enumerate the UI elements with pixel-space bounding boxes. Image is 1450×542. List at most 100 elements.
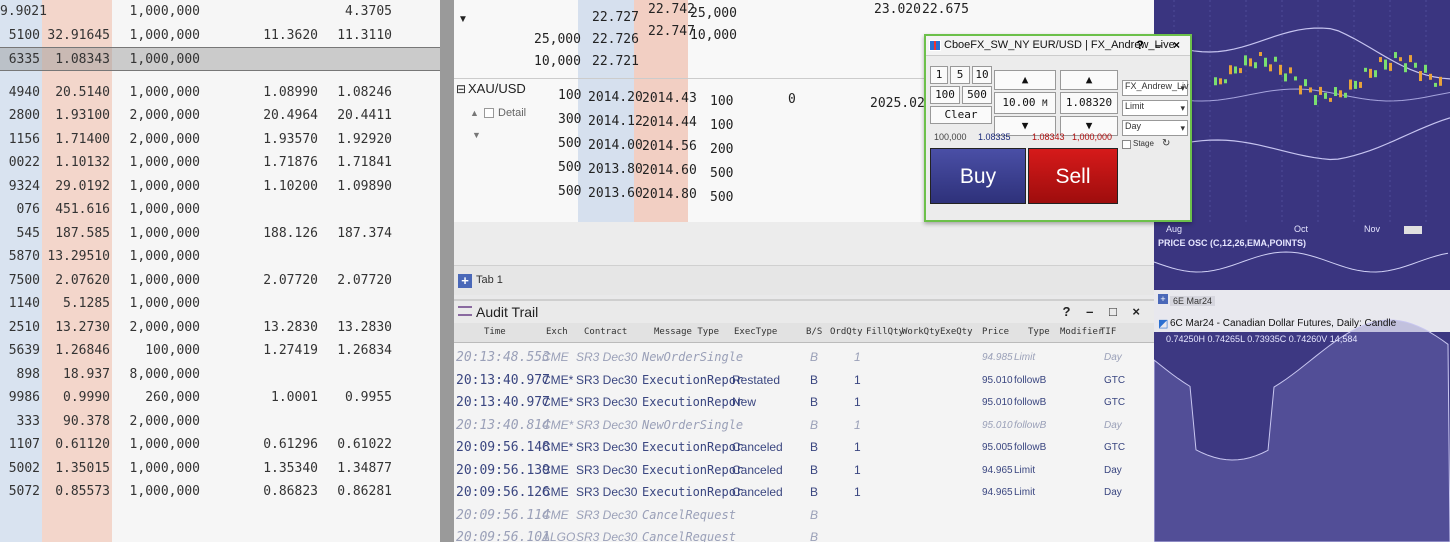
ladder-row[interactable]: 7500 2.07620 1,000,000 2.07720 2.07720 (0, 269, 440, 293)
account-select[interactable]: FX_Andrew_Liv (1122, 80, 1189, 96)
tab-1[interactable]: Tab 1 (476, 274, 503, 286)
ladder-row[interactable]: 898 18.937 8,000,000 (0, 363, 440, 387)
ladder-cell: 2013.80 (588, 162, 643, 177)
ladder-row[interactable]: 5002 1.35015 1,000,000 1.35340 1.34877 (0, 457, 440, 481)
qty-button-1[interactable]: 1 (930, 66, 948, 84)
audit-cell: Canceled (732, 440, 783, 454)
column-header[interactable]: B/S (806, 327, 822, 337)
ladder-cell: 2,000,000 (129, 413, 200, 429)
candle (1354, 80, 1357, 89)
ladder-row[interactable]: 2800 1.93100 2,000,000 20.4964 20.4411 (0, 104, 440, 128)
price-up-arrow-icon[interactable]: ▲ (1060, 70, 1118, 90)
candle (1339, 90, 1342, 98)
audit-row[interactable]: 20:09:56.126 CME SR3 Dec30 ExecutionRepor Ca… (454, 482, 1154, 504)
audit-row[interactable]: 20:09:56.148 CME* SR3 Dec30 ExecutionRepor C… (454, 437, 1154, 459)
column-header[interactable]: Type (1028, 327, 1050, 337)
column-header[interactable]: WorkQty (902, 327, 940, 337)
contract-tag[interactable]: 6E Mar24 (1170, 296, 1216, 306)
audit-cell: CancelRequest (642, 530, 736, 542)
candle (1279, 64, 1282, 75)
audit-cell: SR3 Dec30 (576, 350, 638, 364)
ladder-row[interactable]: 0022 1.10132 1,000,000 1.71876 1.71841 (0, 151, 440, 175)
audit-row[interactable]: 20:13:40.977 CME* SR3 Dec30 ExecutionRepor R… (454, 370, 1154, 392)
ladder-row[interactable]: 6335 1.08343 1,000,000 (0, 47, 440, 71)
tif-select[interactable]: Day (1122, 120, 1188, 136)
audit-cell: 20:09:56.139 (456, 462, 550, 478)
ladder-row[interactable]: 1107 0.61120 1,000,000 0.61296 0.61022 (0, 433, 440, 457)
column-header[interactable]: OrdQty (830, 327, 863, 337)
column-header[interactable]: Contract (584, 327, 627, 337)
audit-row[interactable]: 20:09:56.139 CME SR3 Dec30 ExecutionRepor Ca… (454, 460, 1154, 482)
column-header[interactable]: TIF (1100, 327, 1116, 337)
audit-row[interactable]: 20:09:56.114 CME SR3 Dec30 CancelRequest B (454, 505, 1154, 527)
collapse-instrument-icon[interactable]: ⊟ (456, 82, 466, 96)
audit-row[interactable]: 20:13:40.977 CME* SR3 Dec30 ExecutionRepor N… (454, 392, 1154, 414)
audit-cell: 1 (854, 372, 861, 387)
buy-button[interactable]: Buy (930, 148, 1026, 204)
qty-up-arrow-icon[interactable]: ▲ (994, 70, 1056, 90)
audit-cell: New (732, 395, 757, 409)
sell-button[interactable]: Sell (1028, 148, 1118, 204)
ladder-row[interactable]: 9.9021 1,000,000 4.3705 (0, 0, 440, 24)
stage-checkbox[interactable] (1122, 140, 1131, 149)
down-arrow-icon[interactable]: ▼ (472, 130, 481, 140)
window-controls[interactable]: ? – □ × (1063, 304, 1146, 319)
ladder-cell: 25,000 (690, 6, 737, 21)
collapse-arrow-icon[interactable]: ▼ (458, 14, 468, 25)
ladder-row[interactable]: 5870 13.29510 1,000,000 (0, 245, 440, 269)
add-tab-button[interactable]: + (458, 274, 472, 288)
price-field[interactable]: 1.08320 (1060, 92, 1118, 114)
candle (1229, 65, 1232, 75)
refresh-icon[interactable]: ↻ (1162, 138, 1170, 149)
column-header[interactable]: Message Type (654, 327, 719, 337)
ladder-row[interactable]: 333 90.378 2,000,000 (0, 410, 440, 434)
qty-button-100[interactable]: 100 (930, 86, 960, 104)
column-header[interactable]: Modifier (1060, 327, 1103, 337)
audit-row[interactable]: 20:13:48.553 CME SR3 Dec30 NewOrderSingle B 1… (454, 347, 1154, 369)
ladder-row[interactable]: 5100 32.91645 1,000,000 11.3620 11.3110 (0, 24, 440, 48)
ladder-cell: 11.3110 (337, 27, 392, 43)
column-header[interactable]: Exch (546, 327, 568, 337)
audit-cell: Day (1104, 464, 1122, 476)
ladder-row[interactable]: 076 451.616 1,000,000 (0, 198, 440, 222)
order-type-select[interactable]: Limit (1122, 100, 1188, 116)
column-header[interactable]: ExecType (734, 327, 777, 337)
ladder-row[interactable]: 1156 1.71400 2,000,000 1.93570 1.92920 (0, 128, 440, 152)
qty-button-5[interactable]: 5 (950, 66, 970, 84)
detail-checkbox[interactable] (484, 108, 494, 118)
scroll-handle[interactable] (1404, 226, 1422, 234)
audit-cell: 94.985 (982, 352, 1013, 363)
audit-cell: ExecutionRepor (642, 462, 744, 477)
ladder-row[interactable]: 9986 0.9990 260,000 1.0001 0.9955 (0, 386, 440, 410)
flag-icon (929, 40, 941, 51)
column-header[interactable]: ExeQty (940, 327, 973, 337)
window-controls[interactable]: ? – × (1136, 38, 1184, 52)
candle (1349, 79, 1352, 90)
candle (1294, 76, 1297, 81)
audit-row[interactable]: 20:13:40.814 CME* SR3 Dec30 NewOrderSingle B… (454, 415, 1154, 437)
candle (1284, 73, 1287, 82)
qty-button-500[interactable]: 500 (962, 86, 992, 104)
audit-cell: CME* (542, 395, 574, 409)
column-header[interactable]: FillQty (866, 327, 904, 337)
audit-cell: SR3 Dec30 (576, 507, 638, 522)
column-header[interactable]: Price (982, 327, 1009, 337)
audit-cell: 95.010 (982, 419, 1013, 431)
ladder-row[interactable]: 1140 5.1285 1,000,000 (0, 292, 440, 316)
ladder-row[interactable]: 545 187.585 1,000,000 188.126 187.374 (0, 222, 440, 246)
ladder-row[interactable]: 5639 1.26846 100,000 1.27419 1.26834 (0, 339, 440, 363)
ladder-row[interactable]: 2510 13.2730 2,000,000 13.2830 13.2830 (0, 316, 440, 340)
clear-button[interactable]: Clear (930, 106, 992, 124)
audit-cell: SR3 Dec30 (576, 440, 638, 454)
ladder-row[interactable]: 9324 29.0192 1,000,000 1.10200 1.09890 (0, 175, 440, 199)
column-header[interactable]: Time (484, 327, 506, 337)
ladder-row[interactable]: 5072 0.85573 1,000,000 0.86823 0.86281 (0, 480, 440, 504)
qty-button-10[interactable]: 10 (972, 66, 992, 84)
qty-field[interactable]: 10.00 M (994, 92, 1056, 114)
ladder-row[interactable]: 4940 20.5140 1,000,000 1.08990 1.08246 (0, 81, 440, 105)
add-chart-icon[interactable]: + (1158, 294, 1168, 304)
audit-cell: Limit (1014, 464, 1036, 476)
audit-row[interactable]: 20:09:56.101 ALGO SR3 Dec30 CancelRequest B (454, 527, 1154, 542)
expand-arrow-icon[interactable]: ▲ (470, 108, 479, 118)
candle (1264, 57, 1267, 67)
